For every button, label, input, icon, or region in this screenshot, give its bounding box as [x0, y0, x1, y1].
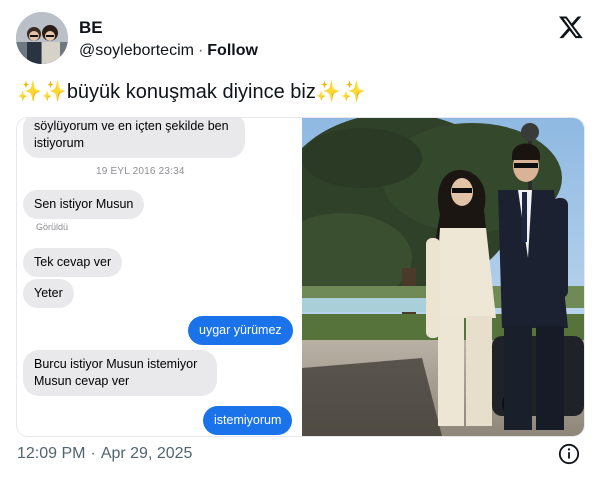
chat-message-out: istemiyorum [203, 406, 293, 435]
chat-message-in: Burcu istiyor Musun istemiyor Musun ceva… [23, 350, 217, 396]
chat-timestamp: 19 EYL 2016 23:34 [96, 166, 185, 177]
tweet-time: 12:09 PM [17, 445, 86, 462]
tweet-body: büyük konuşmak diyince biz [66, 81, 316, 103]
chat-message-out: uygar yürümez [188, 316, 293, 345]
tweet-header: BE @soylebortecim · Follow [16, 12, 586, 68]
seen-indicator: Görüldü [36, 222, 69, 232]
avatar-image [16, 12, 68, 64]
chat-message-line: istiyorum [34, 136, 85, 150]
info-icon[interactable] [558, 443, 580, 465]
chat-message-in: Tek cevap ver [23, 248, 123, 277]
follow-button[interactable]: Follow [207, 42, 258, 59]
chat-message-line: Musun cevap ver [34, 374, 130, 388]
tweet-text: ✨✨büyük konuşmak diyince biz✨✨ [17, 79, 366, 105]
chat-message-in: Sen istiyor Musun [23, 190, 145, 219]
timestamp-separator: · [90, 445, 96, 462]
couple-photo-image [302, 118, 584, 436]
chat-message-in: söylüyorum ve en içten şekilde ben istiy… [23, 118, 245, 158]
handle-separator: · [197, 42, 204, 59]
sparkles-emoji-right: ✨✨ [315, 81, 366, 103]
x-logo-icon[interactable] [558, 14, 584, 40]
avatar[interactable] [16, 12, 68, 64]
tweet-timestamp[interactable]: 12:09 PM · Apr 29, 2025 [17, 444, 192, 464]
author-handle[interactable]: @soylebortecim [79, 42, 194, 59]
tweet-media[interactable]: söylüyorum ve en içten şekilde ben istiy… [16, 117, 585, 437]
author-name[interactable]: BE [79, 18, 103, 38]
chat-message-in: Yeter [23, 279, 74, 308]
chat-message-line: söylüyorum ve en içten şekilde ben [34, 119, 229, 133]
tweet-date: Apr 29, 2025 [100, 445, 193, 462]
author-handle-row: @soylebortecim · Follow [79, 41, 258, 61]
couple-photo [302, 118, 584, 436]
chat-message-line: Burcu istiyor Musun istemiyor [34, 357, 198, 371]
chat-screenshot: söylüyorum ve en içten şekilde ben istiy… [17, 118, 301, 436]
sparkles-emoji-left: ✨✨ [17, 81, 67, 103]
